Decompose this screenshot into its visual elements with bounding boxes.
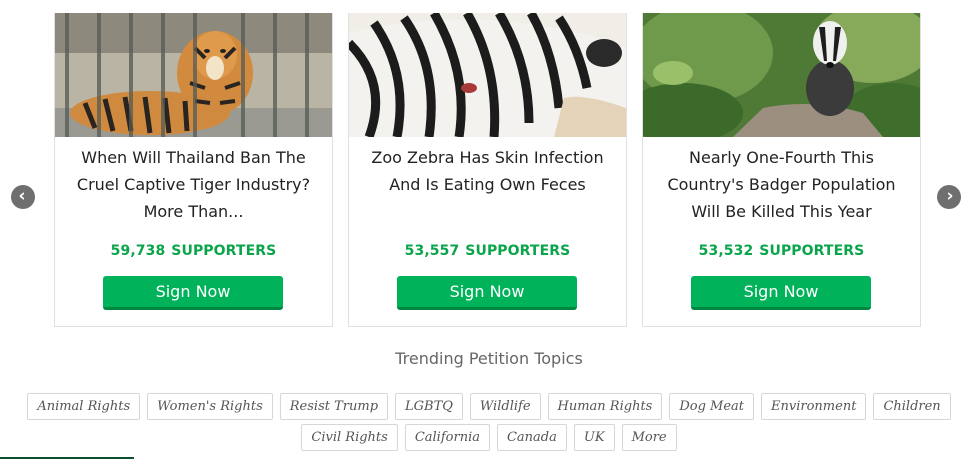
more-topics-button[interactable]: More [621,424,677,451]
topic-tag[interactable]: Human Rights [547,393,663,420]
petition-title-line[interactable]: Country's Badger Population [657,171,906,198]
topic-tag[interactable]: UK [573,424,615,451]
topic-tag[interactable]: Women's Rights [147,393,273,420]
petition-title[interactable]: Zoo Zebra Has Skin Infection And Is Eati… [363,144,612,198]
petition-title-line[interactable]: Nearly One-Fourth This [657,144,906,171]
topic-tag[interactable]: Children [873,393,951,420]
supporters-number: 59,738 [110,243,166,259]
chevron-right-icon: › [946,186,954,206]
trending-topics: Animal Rights Women's Rights Resist Trum… [0,393,978,455]
carousel-next-button[interactable]: › [937,185,961,209]
topic-tag[interactable]: Environment [761,393,867,420]
carousel-prev-button[interactable]: ‹ [11,185,35,209]
petition-card[interactable]: Nearly One-Fourth This Country's Badger … [642,13,921,327]
chevron-left-icon: ‹ [18,186,26,206]
petition-title-line[interactable]: Cruel Captive Tiger Industry? [69,171,318,198]
petition-title-line[interactable]: Zoo Zebra Has Skin Infection [363,144,612,171]
petition-title-line[interactable]: More Than... [69,198,318,225]
topic-tag[interactable]: Canada [496,424,567,451]
petition-title[interactable]: When Will Thailand Ban The Cruel Captive… [69,144,318,225]
topic-row: Civil Rights California Canada UK More [0,424,978,451]
topic-tag[interactable]: Dog Meat [669,393,755,420]
zebra-photo[interactable] [349,13,626,137]
supporters-count: 53,557 SUPPORTERS [349,243,626,259]
badger-photo[interactable] [643,13,920,137]
supporters-count: 59,738 SUPPORTERS [55,243,332,259]
petition-title[interactable]: Nearly One-Fourth This Country's Badger … [657,144,906,225]
trending-heading: Trending Petition Topics [395,349,583,368]
supporters-label: SUPPORTERS [465,243,571,259]
sign-now-button[interactable]: Sign Now [103,276,283,310]
topic-row: Animal Rights Women's Rights Resist Trum… [0,393,978,420]
supporters-number: 53,557 [404,243,460,259]
sign-now-button[interactable]: Sign Now [691,276,871,310]
topic-tag[interactable]: Animal Rights [27,393,141,420]
petition-carousel: ‹ When Will Thailand Ban The Cruel Capti… [0,0,978,340]
petition-title-line[interactable]: Will Be Killed This Year [657,198,906,225]
supporters-count: 53,532 SUPPORTERS [643,243,920,259]
topic-tag[interactable]: Wildlife [469,393,541,420]
petition-card[interactable]: Zoo Zebra Has Skin Infection And Is Eati… [348,13,627,327]
topic-tag[interactable]: California [404,424,490,451]
petition-card[interactable]: When Will Thailand Ban The Cruel Captive… [54,13,333,327]
supporters-label: SUPPORTERS [171,243,277,259]
petition-title-line[interactable]: When Will Thailand Ban The [69,144,318,171]
topic-tag[interactable]: Civil Rights [301,424,398,451]
sign-now-button[interactable]: Sign Now [397,276,577,310]
topic-tag[interactable]: Resist Trump [279,393,389,420]
caged-tiger-photo[interactable] [55,13,332,137]
supporters-number: 53,532 [698,243,754,259]
petition-title-line[interactable]: And Is Eating Own Feces [363,171,612,198]
topic-tag[interactable]: LGBTQ [395,393,463,420]
supporters-label: SUPPORTERS [759,243,865,259]
